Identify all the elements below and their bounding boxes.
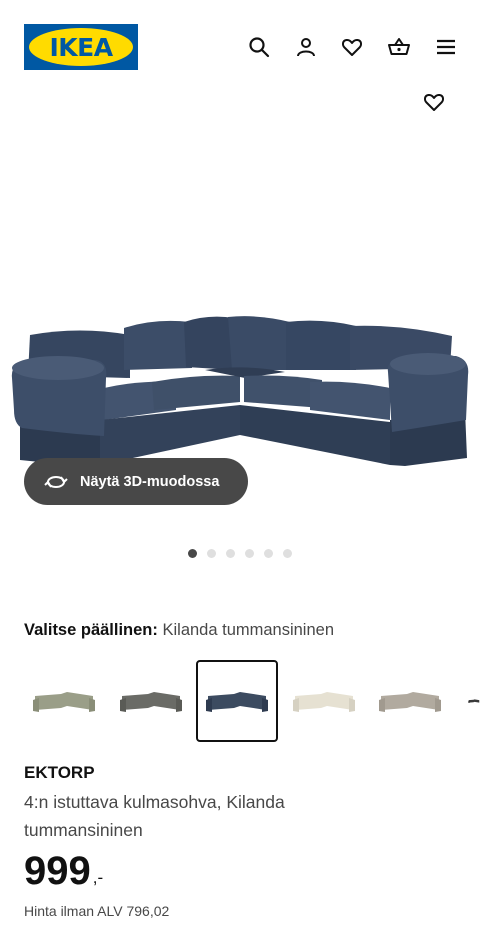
product-description: 4:n istuttava kulmasohva, Kilanda tumman… — [24, 792, 285, 840]
gallery-pagination — [188, 549, 292, 558]
cover-swatch-selected[interactable] — [196, 660, 278, 742]
price-integer: 999 — [24, 849, 91, 893]
ikea-logo[interactable]: IKEA — [24, 24, 138, 70]
sofa-thumbnail — [468, 699, 480, 703]
basket-icon[interactable] — [387, 35, 411, 59]
price-excluding-vat: Hinta ilman ALV 796,02 — [24, 903, 170, 919]
cover-swatch[interactable] — [23, 660, 105, 742]
cover-swatch[interactable] — [110, 660, 192, 742]
gallery-dot[interactable] — [226, 549, 235, 558]
cover-label: Valitse päällinen: — [24, 621, 158, 639]
view-in-3d-label: Näytä 3D-muodossa — [80, 473, 220, 490]
sofa-thumbnail — [206, 692, 268, 712]
product-image — [11, 316, 469, 472]
product-name: EKTORP — [24, 763, 95, 782]
gallery-dot[interactable] — [207, 549, 216, 558]
product-price: 999 ,- — [24, 848, 103, 894]
gallery-dot[interactable] — [245, 549, 254, 558]
logo-text: IKEA — [49, 32, 113, 62]
header: IKEA — [0, 0, 480, 96]
search-icon[interactable] — [247, 35, 271, 59]
view-in-3d-button[interactable]: Näytä 3D-muodossa — [24, 458, 248, 505]
sofa-thumbnail — [379, 692, 441, 712]
cover-swatch-list — [0, 660, 480, 742]
cover-swatch[interactable] — [283, 660, 365, 742]
rotate-3d-icon — [44, 475, 68, 488]
gallery-dot[interactable] — [264, 549, 273, 558]
sofa-thumbnail — [33, 692, 95, 712]
menu-icon[interactable] — [434, 35, 458, 59]
account-icon[interactable] — [294, 35, 318, 59]
cover-selector-heading: Valitse päällinen: Kilanda tummansininen — [24, 621, 334, 640]
sofa-thumbnail — [120, 692, 182, 712]
gallery-dot[interactable] — [283, 549, 292, 558]
price-suffix: ,- — [92, 868, 104, 887]
logo-oval: IKEA — [29, 28, 133, 66]
sofa-thumbnail — [293, 692, 355, 712]
heart-icon[interactable] — [340, 35, 364, 59]
cover-swatch[interactable] — [456, 660, 480, 742]
cover-value: Kilanda tummansininen — [162, 621, 335, 639]
gallery-dot[interactable] — [188, 549, 197, 558]
cover-swatch[interactable] — [369, 660, 451, 742]
